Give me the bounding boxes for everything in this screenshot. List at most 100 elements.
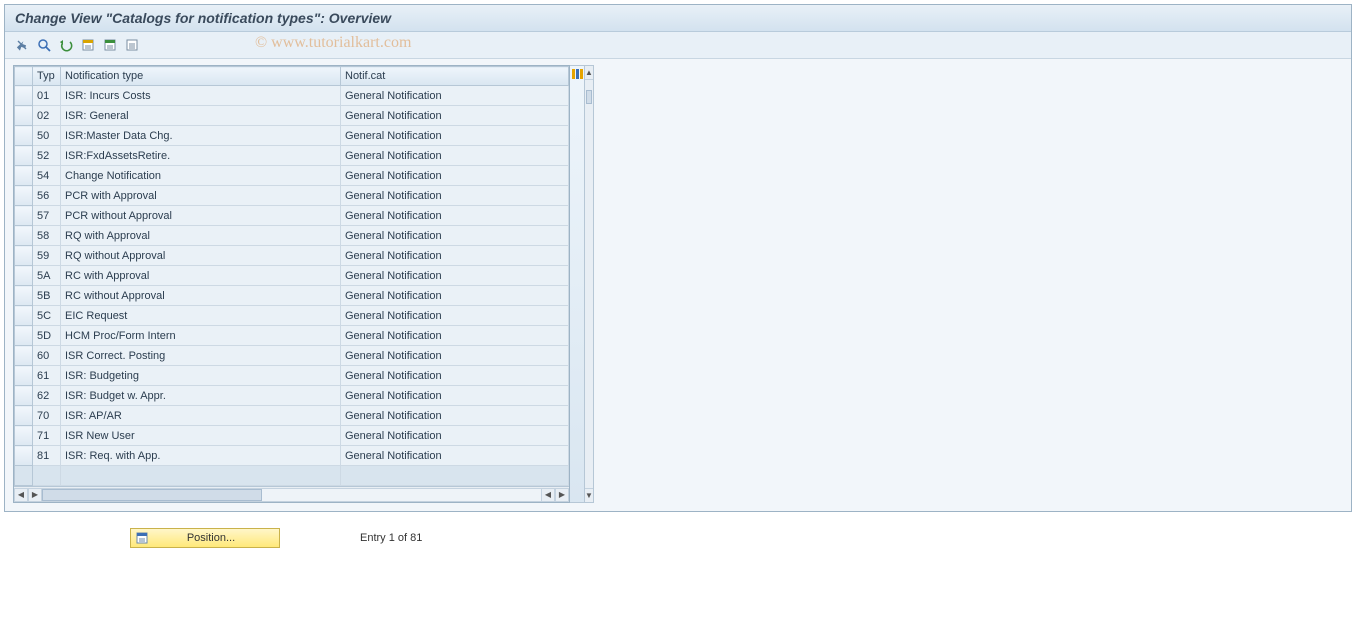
cell-typ[interactable]: 5A (33, 266, 61, 286)
cell-typ[interactable]: 5C (33, 306, 61, 326)
cell-typ[interactable]: 61 (33, 366, 61, 386)
undo-icon[interactable] (57, 36, 75, 54)
cell-ntype[interactable]: ISR: General (61, 106, 341, 126)
cell-ntype[interactable]: ISR New User (61, 426, 341, 446)
hscroll-thumb[interactable] (42, 489, 262, 501)
cell-typ[interactable]: 62 (33, 386, 61, 406)
cell-ntype[interactable]: ISR:Master Data Chg. (61, 126, 341, 146)
table-row[interactable]: 52ISR:FxdAssetsRetire.General Notificati… (15, 146, 569, 166)
row-selector[interactable] (15, 306, 33, 326)
cell-typ[interactable]: 81 (33, 446, 61, 466)
hscroll-right-step-icon[interactable]: ▶ (28, 488, 42, 502)
cell-typ[interactable]: 71 (33, 426, 61, 446)
table-row[interactable]: 61ISR: BudgetingGeneral Notification (15, 366, 569, 386)
other-view-icon[interactable] (13, 36, 31, 54)
cell-typ[interactable]: 50 (33, 126, 61, 146)
cell-cat[interactable]: General Notification (341, 446, 569, 466)
cell-typ[interactable]: 5D (33, 326, 61, 346)
cell-typ[interactable]: 60 (33, 346, 61, 366)
cell-typ[interactable]: 58 (33, 226, 61, 246)
table-settings-button[interactable] (570, 65, 585, 503)
cell-typ[interactable]: 52 (33, 146, 61, 166)
row-selector[interactable] (15, 446, 33, 466)
cell-ntype[interactable]: ISR: Req. with App. (61, 446, 341, 466)
find-icon[interactable] (35, 36, 53, 54)
cell-cat[interactable]: General Notification (341, 426, 569, 446)
cell-ntype[interactable]: ISR: Budgeting (61, 366, 341, 386)
cell-cat[interactable]: General Notification (341, 366, 569, 386)
cell-ntype[interactable]: EIC Request (61, 306, 341, 326)
col-header-notification-type[interactable]: Notification type (61, 67, 341, 86)
col-header-notif-cat[interactable]: Notif.cat (341, 67, 569, 86)
row-selector[interactable] (15, 86, 33, 106)
cell-ntype[interactable]: Change Notification (61, 166, 341, 186)
horizontal-scrollbar[interactable]: ◀ ▶ ◀ ▶ (14, 486, 569, 502)
table-row[interactable]: 5DHCM Proc/Form InternGeneral Notificati… (15, 326, 569, 346)
table-row[interactable]: 5CEIC RequestGeneral Notification (15, 306, 569, 326)
cell-cat[interactable]: General Notification (341, 406, 569, 426)
cell-cat[interactable]: General Notification (341, 386, 569, 406)
table-row[interactable]: 5BRC without ApprovalGeneral Notificatio… (15, 286, 569, 306)
select-all-icon[interactable] (79, 36, 97, 54)
cell-ntype[interactable]: RC without Approval (61, 286, 341, 306)
vscroll-up-icon[interactable]: ▲ (585, 66, 593, 80)
row-selector[interactable] (15, 286, 33, 306)
row-selector[interactable] (15, 186, 33, 206)
table-row[interactable]: 50ISR:Master Data Chg.General Notificati… (15, 126, 569, 146)
cell-ntype[interactable]: ISR: AP/AR (61, 406, 341, 426)
vertical-scrollbar[interactable]: ▲ ▼ (585, 65, 594, 503)
vscroll-track[interactable] (585, 80, 593, 488)
cell-ntype[interactable]: ISR:FxdAssetsRetire. (61, 146, 341, 166)
hscroll-left-step-icon[interactable]: ◀ (541, 488, 555, 502)
row-selector[interactable] (15, 226, 33, 246)
row-selector[interactable] (15, 386, 33, 406)
cell-cat[interactable]: General Notification (341, 266, 569, 286)
table-row[interactable]: 57PCR without ApprovalGeneral Notificati… (15, 206, 569, 226)
table-row[interactable]: 56PCR with ApprovalGeneral Notification (15, 186, 569, 206)
cell-typ[interactable]: 01 (33, 86, 61, 106)
row-selector[interactable] (15, 146, 33, 166)
deselect-all-icon[interactable] (123, 36, 141, 54)
table-row[interactable]: 58RQ with ApprovalGeneral Notification (15, 226, 569, 246)
cell-ntype[interactable]: RC with Approval (61, 266, 341, 286)
cell-typ[interactable] (33, 466, 61, 486)
row-selector[interactable] (15, 266, 33, 286)
vscroll-down-icon[interactable]: ▼ (585, 488, 593, 502)
cell-ntype[interactable]: ISR: Incurs Costs (61, 86, 341, 106)
table-row[interactable]: 60ISR Correct. PostingGeneral Notificati… (15, 346, 569, 366)
cell-typ[interactable]: 57 (33, 206, 61, 226)
row-selector[interactable] (15, 106, 33, 126)
row-selector[interactable] (15, 366, 33, 386)
cell-ntype[interactable]: RQ with Approval (61, 226, 341, 246)
row-selector[interactable] (15, 466, 33, 486)
cell-cat[interactable]: General Notification (341, 86, 569, 106)
cell-typ[interactable]: 02 (33, 106, 61, 126)
cell-cat[interactable]: General Notification (341, 166, 569, 186)
cell-cat[interactable]: General Notification (341, 126, 569, 146)
row-selector[interactable] (15, 126, 33, 146)
hscroll-right-icon[interactable]: ▶ (555, 488, 569, 502)
cell-ntype[interactable]: PCR without Approval (61, 206, 341, 226)
row-selector[interactable] (15, 326, 33, 346)
row-selector[interactable] (15, 246, 33, 266)
table-row[interactable] (15, 466, 569, 486)
table-row[interactable]: 71ISR New UserGeneral Notification (15, 426, 569, 446)
row-selector[interactable] (15, 406, 33, 426)
table-row[interactable]: 02ISR: GeneralGeneral Notification (15, 106, 569, 126)
row-selector[interactable] (15, 206, 33, 226)
row-selector[interactable] (15, 426, 33, 446)
cell-cat[interactable]: General Notification (341, 226, 569, 246)
cell-cat[interactable]: General Notification (341, 286, 569, 306)
cell-ntype[interactable]: ISR Correct. Posting (61, 346, 341, 366)
cell-cat[interactable]: General Notification (341, 206, 569, 226)
cell-ntype[interactable]: RQ without Approval (61, 246, 341, 266)
table-row[interactable]: 59RQ without ApprovalGeneral Notificatio… (15, 246, 569, 266)
vscroll-thumb[interactable] (586, 90, 592, 104)
cell-typ[interactable]: 56 (33, 186, 61, 206)
cell-ntype[interactable]: HCM Proc/Form Intern (61, 326, 341, 346)
table-row[interactable]: 62ISR: Budget w. Appr.General Notificati… (15, 386, 569, 406)
cell-cat[interactable] (341, 466, 569, 486)
cell-cat[interactable]: General Notification (341, 306, 569, 326)
cell-ntype[interactable] (61, 466, 341, 486)
cell-typ[interactable]: 54 (33, 166, 61, 186)
